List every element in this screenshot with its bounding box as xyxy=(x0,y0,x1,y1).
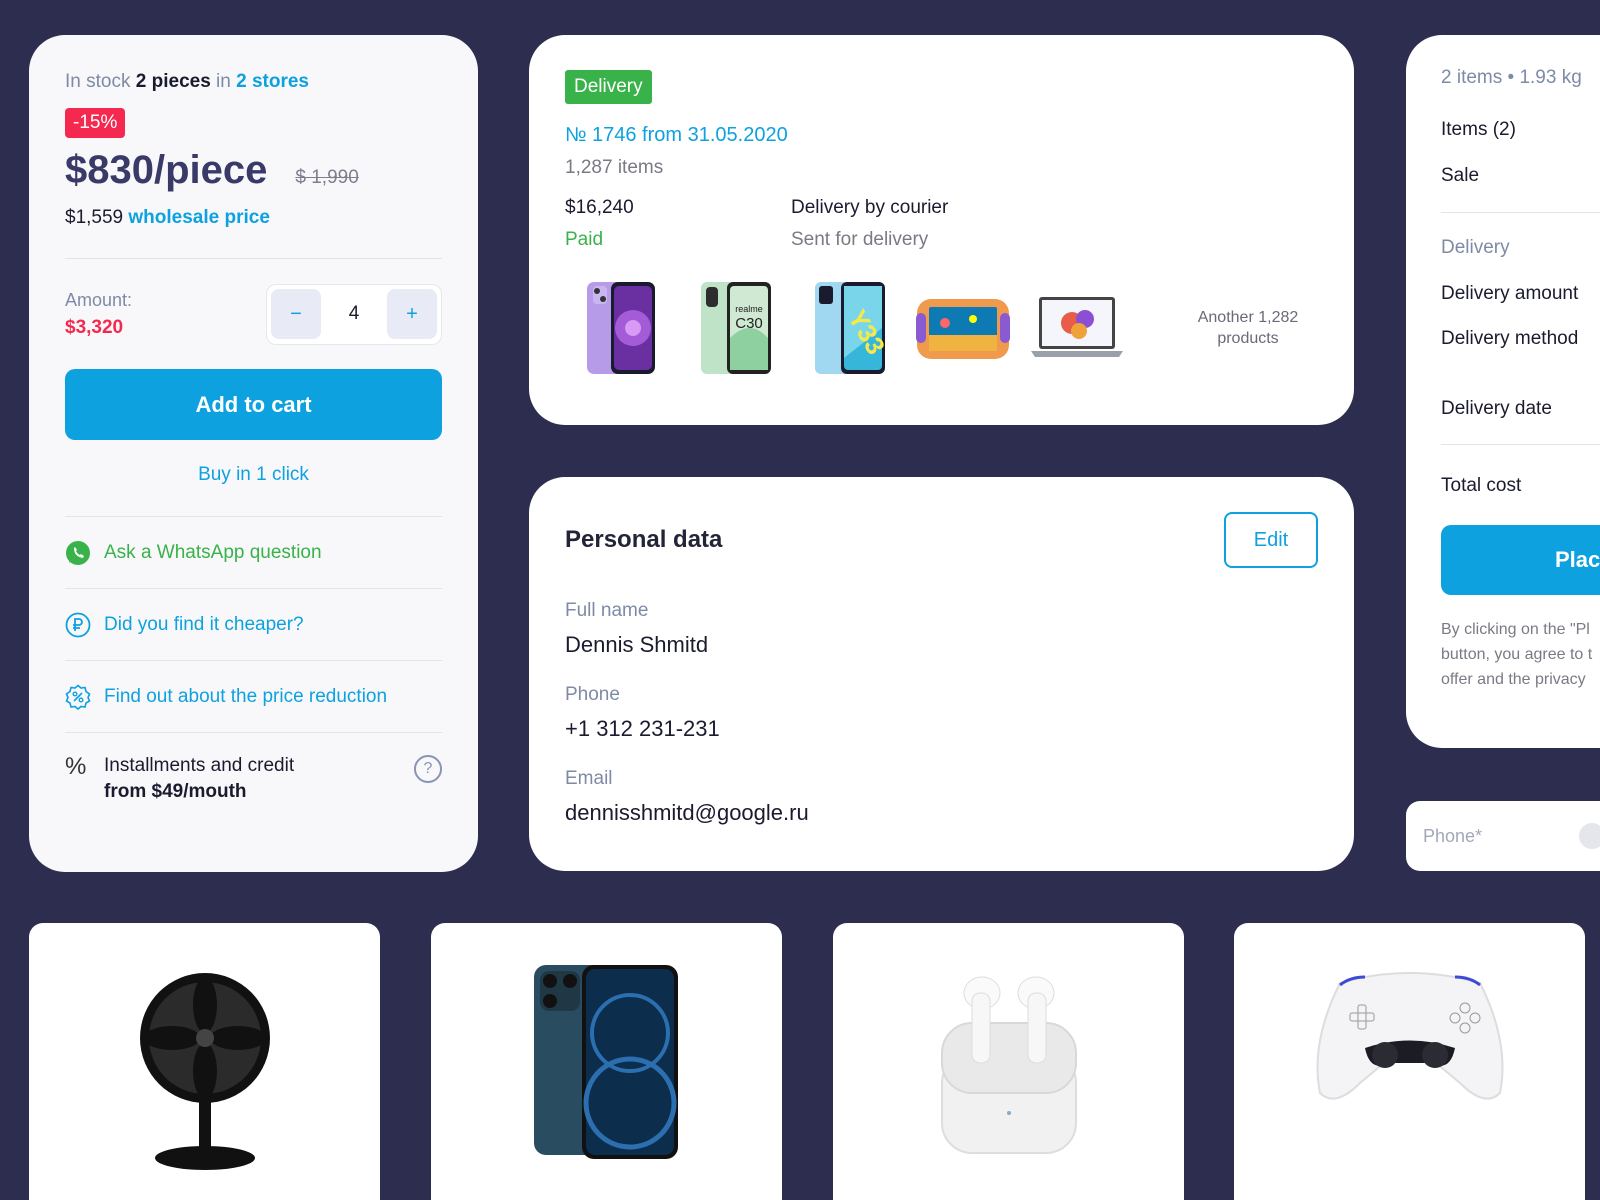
tablet-image xyxy=(916,299,1010,359)
product-thumb-purple-phone[interactable] xyxy=(565,277,677,379)
cheaper-label: Did you find it cheaper? xyxy=(104,613,304,635)
email-label: Email xyxy=(565,768,613,789)
divider xyxy=(1441,212,1600,213)
whatsapp-label: Ask a WhatsApp question xyxy=(104,541,322,563)
wholesale-link[interactable]: wholesale price xyxy=(128,207,270,228)
whatsapp-icon xyxy=(66,540,90,565)
summary-sale: Sale xyxy=(1441,165,1480,186)
discount-badge: -15% xyxy=(65,108,126,138)
order-number-link[interactable]: № 1746 from 31.05.2020 xyxy=(565,124,1318,147)
product-thumb-kids-tablet[interactable] xyxy=(907,277,1019,379)
delivery-badge: Delivery xyxy=(565,70,652,104)
product-tile-iphone[interactable] xyxy=(431,923,782,1200)
percent-icon: % xyxy=(65,753,87,780)
agreement-line-2: button, you agree to t xyxy=(1441,646,1593,663)
stock-qty: 2 pieces xyxy=(135,71,211,92)
gamepad-image xyxy=(1316,972,1503,1100)
whatsapp-link[interactable]: Ask a WhatsApp question xyxy=(65,517,442,588)
product-tile-fan[interactable] xyxy=(29,923,380,1200)
desk-fan-image xyxy=(139,973,270,1170)
order-total: $16,240 xyxy=(565,197,634,218)
installments-price: from $49/mouth xyxy=(104,781,247,802)
cheaper-link[interactable]: Did you find it cheaper? xyxy=(65,589,442,660)
stock-prefix: In stock xyxy=(65,71,131,92)
svg-text:C30: C30 xyxy=(735,315,763,332)
product-tile-gamepad[interactable] xyxy=(1234,923,1585,1200)
more-products-count: Another 1,282 xyxy=(1197,309,1299,326)
help-icon[interactable]: ? xyxy=(414,755,442,783)
quantity-stepper: − 4 + xyxy=(266,283,442,345)
delivery-method: Delivery by courier xyxy=(791,197,949,218)
summary-delivery-heading: Delivery xyxy=(1441,237,1510,258)
full-name-value: Dennis Shmitd xyxy=(565,632,709,657)
summary-delivery-date: Delivery date xyxy=(1441,398,1552,419)
amount-row: Amount: $3,320 − 4 + xyxy=(65,259,442,369)
add-to-cart-button[interactable]: Add to cart xyxy=(65,369,442,440)
agreement-line-3: offer and the privacy xyxy=(1441,671,1586,688)
wholesale-value: $1,559 xyxy=(65,207,124,228)
summary-delivery-amount: Delivery amount xyxy=(1441,283,1579,304)
order-card[interactable]: Delivery № 1746 from 31.05.2020 1,287 it… xyxy=(529,35,1354,425)
installments-label: Installments and credit xyxy=(104,755,295,776)
summary-weight: 2 items • 1.93 kg xyxy=(1441,67,1582,88)
price-reduction-label: Find out about the price reduction xyxy=(104,685,388,707)
phone-value: +1 312 231-231 xyxy=(565,716,720,741)
buy-one-click-link[interactable]: Buy in 1 click xyxy=(65,464,442,516)
amount-value: $3,320 xyxy=(65,316,124,338)
order-items-count: 1,287 items xyxy=(565,157,664,178)
increment-button[interactable]: + xyxy=(386,289,437,339)
phone-label: Phone xyxy=(565,684,620,705)
phone-image xyxy=(587,282,655,374)
discount-badge-icon xyxy=(65,683,91,710)
agreement-line-1: By clicking on the "Pl xyxy=(1441,621,1590,638)
divider xyxy=(1441,444,1600,445)
iphone-image xyxy=(533,965,678,1159)
phone-image: realme C30 xyxy=(701,282,771,374)
personal-data-card: Personal data Edit Full name Dennis Shmi… xyxy=(529,477,1354,871)
personal-data-title: Personal data xyxy=(565,526,723,553)
more-products-label[interactable]: Another 1,282 products xyxy=(1178,307,1318,349)
delivery-status: Sent for delivery xyxy=(791,229,929,250)
product-thumb-laptop[interactable] xyxy=(1021,277,1133,379)
installments-info: % Installments and credit from $49/mouth… xyxy=(65,733,442,803)
stock-stores-link[interactable]: 2 stores xyxy=(236,71,309,92)
laptop-image xyxy=(1031,297,1123,357)
svg-text:realme: realme xyxy=(735,304,763,314)
product-thumb-green-phone[interactable]: realme C30 xyxy=(679,277,791,379)
summary-total: Total cost xyxy=(1441,475,1522,496)
old-price: $ 1,990 xyxy=(295,167,359,188)
payment-status: Paid xyxy=(565,229,604,250)
stock-info: In stock 2 pieces in 2 stores xyxy=(65,70,442,94)
price-reduction-link[interactable]: Find out about the price reduction xyxy=(65,661,442,732)
price: $830/piece xyxy=(65,148,268,192)
summary-items: Items (2) xyxy=(1441,119,1516,140)
place-order-button[interactable]: Plac xyxy=(1441,525,1600,595)
more-products-word: products xyxy=(1217,330,1279,347)
phone-placeholder: Phone* xyxy=(1423,825,1483,846)
airpods-image xyxy=(940,976,1077,1154)
product-card: In stock 2 pieces in 2 stores -15% $830/… xyxy=(29,35,478,872)
check-icon xyxy=(1579,823,1600,849)
product-tile-airpods[interactable] xyxy=(833,923,1184,1200)
product-thumb-blue-phone[interactable]: Y33 xyxy=(793,277,905,379)
wholesale-info: $1,559 wholesale price xyxy=(65,207,442,229)
decrement-button[interactable]: − xyxy=(271,289,321,339)
quantity-value[interactable]: 4 xyxy=(349,303,360,325)
amount-label: Amount: xyxy=(65,289,133,310)
order-summary-card: 2 items • 1.93 kg Items (2) Sale Deliver… xyxy=(1406,35,1600,748)
phone-image: Y33 xyxy=(815,282,889,374)
ruble-icon xyxy=(65,612,91,637)
email-value: dennisshmitd@google.ru xyxy=(565,800,809,825)
edit-button[interactable]: Edit xyxy=(1224,512,1318,568)
phone-input[interactable]: Phone* xyxy=(1406,801,1600,871)
summary-delivery-method: Delivery method xyxy=(1441,328,1579,349)
stock-in: in xyxy=(216,71,231,92)
order-products: realme C30 Y33 Another 1,282 products xyxy=(565,277,1318,379)
full-name-label: Full name xyxy=(565,600,649,621)
